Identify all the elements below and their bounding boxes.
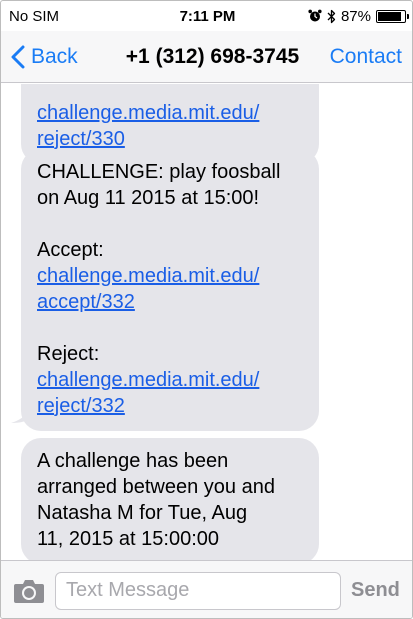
- message-text: Natasha M for Tue, Aug: [37, 502, 248, 524]
- message-text: arranged between you and: [37, 476, 275, 498]
- link-text: accept/332: [37, 291, 135, 313]
- message-text: CHALLENGE: play foosball: [37, 161, 281, 183]
- reject-link[interactable]: challenge.media.mit.edu/reject/332: [37, 369, 259, 417]
- message-text: 11, 2015 at 15:00:00: [37, 528, 220, 550]
- message-bubble: CHALLENGE: play foosball on Aug 11 2015 …: [21, 149, 319, 431]
- accept-link[interactable]: challenge.media.mit.edu/accept/332: [37, 265, 259, 313]
- chevron-left-icon: [11, 45, 25, 68]
- nav-bar: Back +1 (312) 698-3745 Contact: [1, 31, 412, 83]
- battery-percent: 87%: [340, 7, 371, 25]
- back-button[interactable]: Back: [1, 45, 78, 69]
- contact-button[interactable]: Contact: [330, 45, 402, 69]
- message-text: A challenge has been: [37, 450, 229, 472]
- back-label: Back: [31, 44, 78, 68]
- link-text: reject/332: [37, 395, 125, 417]
- message-text: on Aug 11 2015 at 15:00!: [37, 187, 260, 209]
- carrier-label: No SIM: [9, 7, 60, 25]
- messages-screen: No SIM 7:11 PM 87% Back +1 (312) 698-374…: [0, 0, 413, 619]
- alarm-icon: [308, 9, 322, 22]
- link-text: challenge.media.mit.edu/: [37, 102, 260, 124]
- camera-icon[interactable]: [13, 578, 45, 604]
- compose-bar: Send: [1, 560, 412, 618]
- link-text: challenge.media.mit.edu/: [37, 369, 260, 391]
- bluetooth-icon: [327, 9, 336, 23]
- link-text: reject/330: [37, 128, 125, 150]
- link-text: challenge.media.mit.edu/: [37, 265, 260, 287]
- status-bar: No SIM 7:11 PM 87%: [1, 1, 412, 31]
- status-right: 87%: [308, 7, 409, 25]
- battery-fill: [378, 11, 401, 21]
- reject-link[interactable]: challenge.media.mit.edu/reject/330: [37, 102, 259, 150]
- message-bubble: A challenge has been arranged between yo…: [21, 438, 319, 560]
- accept-label: Accept:: [37, 239, 104, 261]
- battery-icon: [376, 9, 409, 23]
- message-list[interactable]: challenge.media.mit.edu/reject/330 CHALL…: [1, 84, 412, 560]
- send-button[interactable]: Send: [351, 579, 400, 602]
- reject-label: Reject:: [37, 343, 100, 365]
- message-input[interactable]: [55, 571, 341, 610]
- bubble-tail: [11, 402, 33, 423]
